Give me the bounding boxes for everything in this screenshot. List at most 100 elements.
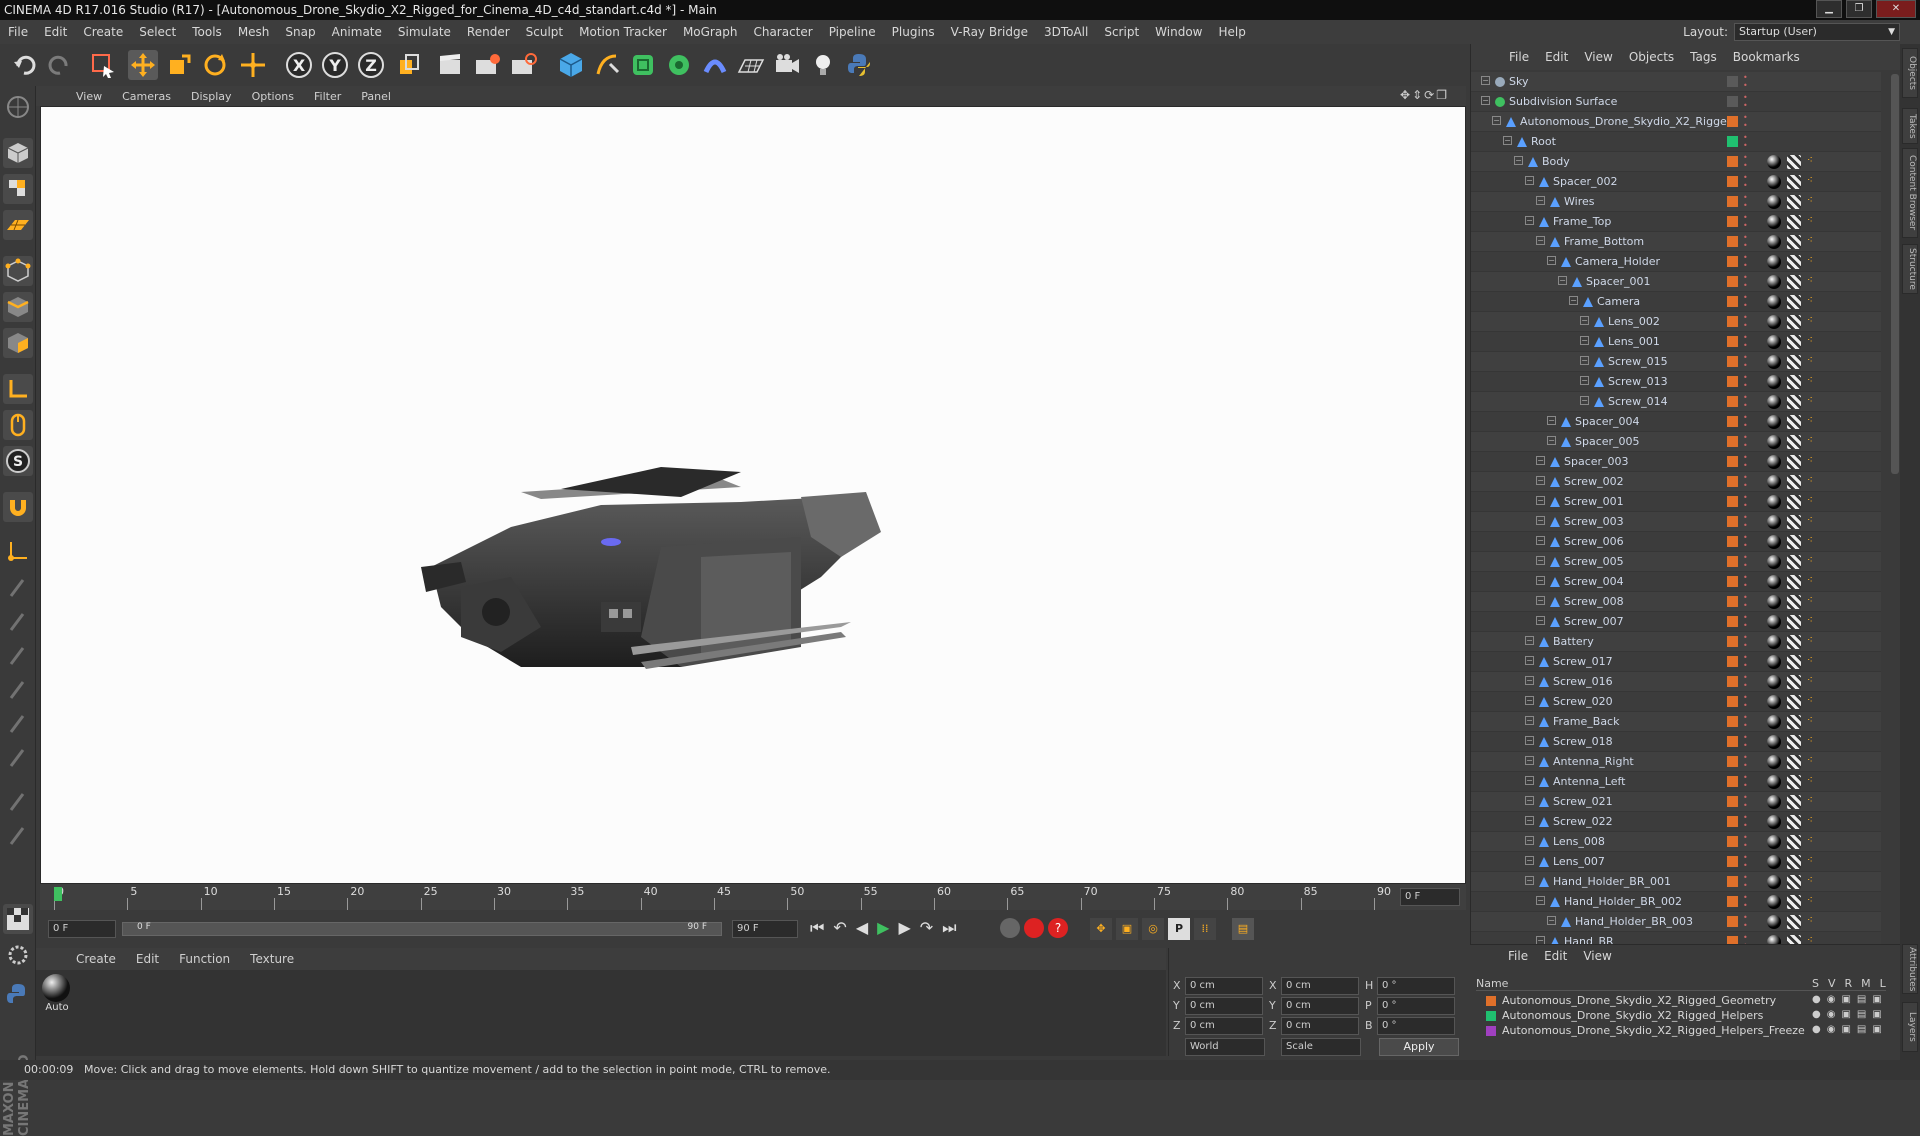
prev-key-icon[interactable]: ↶ [833, 918, 855, 937]
material-menu-texture[interactable]: Texture [240, 952, 304, 966]
object-row[interactable]: − Root • • [1471, 132, 1881, 152]
menu-v-ray-bridge[interactable]: V-Ray Bridge [943, 25, 1036, 39]
camera-button[interactable] [772, 50, 802, 80]
object-row[interactable]: − Screw_004 • • ⁖ [1471, 572, 1881, 592]
ik-tag-icon[interactable]: ⁖ [1807, 775, 1813, 786]
tree-toggle-icon[interactable]: − [1536, 236, 1545, 245]
material-tag-icon[interactable] [1767, 595, 1781, 609]
object-row[interactable]: − Lens_001 • • ⁖ [1471, 332, 1881, 352]
material-tag-icon[interactable] [1767, 515, 1781, 529]
minimize-button[interactable]: ▁ [1816, 0, 1842, 18]
tree-toggle-icon[interactable]: − [1514, 156, 1523, 165]
layer-color-swatch[interactable] [1727, 336, 1738, 347]
points-mode-button[interactable] [3, 256, 33, 286]
visibility-dots-icon[interactable]: • • [1743, 234, 1748, 250]
layer-toggles-icon[interactable]: ●◉▣▤▣ [1812, 994, 1888, 1005]
visibility-dots-icon[interactable]: • • [1743, 514, 1748, 530]
ik-tag-icon[interactable]: ⁖ [1807, 195, 1813, 206]
material-tag-icon[interactable] [1767, 415, 1781, 429]
visibility-dots-icon[interactable]: • • [1743, 274, 1748, 290]
object-row[interactable]: − Spacer_005 • • ⁖ [1471, 432, 1881, 452]
tree-toggle-icon[interactable]: − [1536, 896, 1545, 905]
object-row[interactable]: − Screw_015 • • ⁖ [1471, 352, 1881, 372]
object-row[interactable]: − Hand_BR • • ⁖ [1471, 932, 1881, 944]
ik-tag-icon[interactable]: ⁖ [1807, 755, 1813, 766]
visibility-dots-icon[interactable]: • • [1743, 494, 1748, 510]
subdivision-button[interactable] [628, 50, 658, 80]
tree-toggle-icon[interactable]: − [1536, 936, 1545, 944]
object-row[interactable]: − Lens_007 • • ⁖ [1471, 852, 1881, 872]
tree-toggle-icon[interactable]: − [1492, 116, 1501, 125]
ik-tag-icon[interactable]: ⁖ [1807, 875, 1813, 886]
material-tag-icon[interactable] [1767, 735, 1781, 749]
next-key-icon[interactable]: ↷ [920, 918, 942, 937]
layer-color-swatch[interactable] [1727, 116, 1738, 127]
texture-tag-icon[interactable] [1787, 315, 1801, 329]
layer-color-swatch[interactable] [1727, 196, 1738, 207]
layer-color-swatch[interactable] [1727, 496, 1738, 507]
close-button[interactable]: ✕ [1876, 0, 1916, 18]
sculpt-tool-4[interactable] [3, 674, 33, 704]
material-tag-icon[interactable] [1767, 255, 1781, 269]
material-tag-icon[interactable] [1767, 695, 1781, 709]
autokey-icon[interactable] [1000, 918, 1020, 938]
object-menu-file[interactable]: File [1501, 50, 1537, 64]
next-frame-icon[interactable]: ▶ [898, 918, 919, 937]
material-tag-icon[interactable] [1767, 155, 1781, 169]
texture-tag-icon[interactable] [1787, 515, 1801, 529]
viewport-menu-cameras[interactable]: Cameras [112, 90, 181, 103]
ik-tag-icon[interactable]: ⁖ [1807, 895, 1813, 906]
render-settings-button[interactable] [508, 50, 538, 80]
key-pla-icon[interactable]: ⁞⁞ [1194, 918, 1216, 940]
material-tag-icon[interactable] [1767, 395, 1781, 409]
key-rotation-icon[interactable]: ◎ [1142, 918, 1164, 940]
menu-mesh[interactable]: Mesh [230, 25, 278, 39]
tree-toggle-icon[interactable]: − [1525, 716, 1534, 725]
material-tag-icon[interactable] [1767, 335, 1781, 349]
playhead[interactable] [54, 887, 62, 901]
viewport-menu-options[interactable]: Options [242, 90, 304, 103]
object-row[interactable]: − Screw_014 • • ⁖ [1471, 392, 1881, 412]
menu-animate[interactable]: Animate [324, 25, 390, 39]
material-tag-icon[interactable] [1767, 555, 1781, 569]
layer-toggles-icon[interactable]: ●◉▣▤▣ [1812, 1024, 1888, 1035]
axis-mode-button[interactable] [3, 374, 33, 404]
start-frame-field[interactable]: 0 F [48, 920, 116, 938]
texture-tag-icon[interactable] [1787, 775, 1801, 789]
texture-tag-icon[interactable] [1787, 555, 1801, 569]
layer-color-swatch[interactable] [1727, 796, 1738, 807]
material-tag-icon[interactable] [1767, 215, 1781, 229]
key-scale-icon[interactable]: ▣ [1116, 918, 1138, 940]
scale-mode-select[interactable]: Scale [1281, 1038, 1361, 1056]
visibility-dots-icon[interactable]: • • [1743, 914, 1748, 930]
visibility-dots-icon[interactable]: • • [1743, 314, 1748, 330]
coordinate-value-field[interactable]: 0 cm [1185, 997, 1263, 1015]
render-view-button[interactable] [436, 50, 466, 80]
viewport-nav-icons[interactable]: ✥⇕⟳❐ [1400, 88, 1462, 104]
ik-tag-icon[interactable]: ⁖ [1807, 575, 1813, 586]
edges-mode-button[interactable] [3, 292, 33, 322]
rotate-tool-button[interactable] [200, 50, 230, 80]
tree-toggle-icon[interactable]: − [1525, 636, 1534, 645]
texture-tag-icon[interactable] [1787, 335, 1801, 349]
object-row[interactable]: − Autonomous_Drone_Skydio_X2_Rigged • • [1471, 112, 1881, 132]
visibility-dots-icon[interactable]: • • [1743, 874, 1748, 890]
visibility-dots-icon[interactable]: • • [1743, 694, 1748, 710]
timeline-window-icon[interactable]: ▤ [1232, 918, 1254, 940]
tree-toggle-icon[interactable]: − [1525, 176, 1534, 185]
tree-toggle-icon[interactable]: − [1525, 776, 1534, 785]
end-frame-field[interactable]: 90 F [732, 920, 798, 938]
layer-color-swatch[interactable] [1486, 1011, 1496, 1021]
texture-tag-icon[interactable] [1787, 635, 1801, 649]
material-tag-icon[interactable] [1767, 935, 1781, 944]
light-button[interactable] [808, 50, 838, 80]
texture-tag-icon[interactable] [1787, 835, 1801, 849]
array-button[interactable] [664, 50, 694, 80]
ik-tag-icon[interactable]: ⁖ [1807, 655, 1813, 666]
material-tag-icon[interactable] [1767, 775, 1781, 789]
object-row[interactable]: − Frame_Bottom • • ⁖ [1471, 232, 1881, 252]
tree-toggle-icon[interactable]: − [1525, 856, 1534, 865]
layer-color-swatch[interactable] [1727, 516, 1738, 527]
object-row[interactable]: − Subdivision Surface • • [1471, 92, 1881, 112]
timeline-ruler[interactable]: 051015202530354045505560657075808590 0 F [40, 884, 1466, 910]
